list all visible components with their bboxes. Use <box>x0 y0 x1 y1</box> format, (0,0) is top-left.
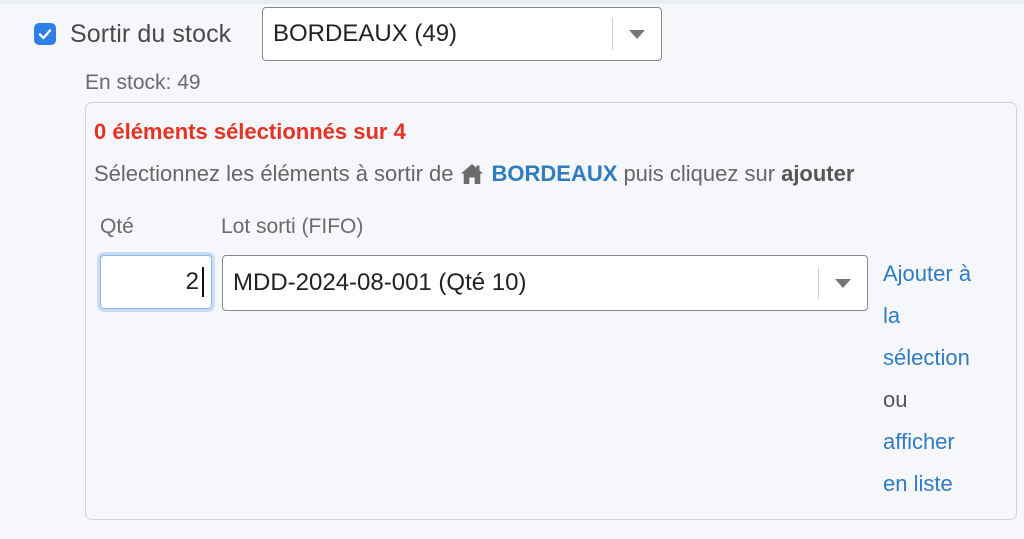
lot-dropdown-toggle[interactable] <box>819 256 867 310</box>
stock-toggle-row: Sortir du stock <box>34 7 237 61</box>
sortir-stock-checkbox[interactable] <box>34 23 56 45</box>
add-line-3[interactable]: sélection <box>883 345 970 370</box>
or-text: ou <box>883 387 908 412</box>
warehouse-select-value: BORDEAUX (49) <box>273 20 458 47</box>
instructions-warehouse: BORDEAUX <box>491 161 618 186</box>
warehouse-select[interactable]: BORDEAUX (49) <box>262 7 662 61</box>
lot-select-value: MDD-2024-08-001 (Qté 10) <box>233 269 527 296</box>
instructions-text: Sélectionnez les éléments à sortir de BO… <box>94 161 854 187</box>
instructions-middle: puis cliquez sur <box>623 161 776 186</box>
qty-column-label: Qté <box>100 215 134 238</box>
text-cursor <box>202 267 204 297</box>
warehouse-dropdown-toggle[interactable] <box>613 8 661 60</box>
add-line-1[interactable]: Ajouter à <box>883 261 971 286</box>
show-list-link[interactable]: afficher en liste <box>883 421 1013 505</box>
instructions-action: ajouter <box>781 161 855 186</box>
chevron-down-icon <box>629 29 645 39</box>
selection-panel: 0 éléments sélectionnés sur 4 Sélectionn… <box>85 102 1017 520</box>
add-line-2[interactable]: la <box>883 303 900 328</box>
chevron-down-icon <box>835 278 851 288</box>
list-line-1[interactable]: afficher <box>883 429 955 454</box>
sortir-stock-label[interactable]: Sortir du stock <box>70 20 231 49</box>
lot-select[interactable]: MDD-2024-08-001 (Qté 10) <box>222 255 868 311</box>
top-border <box>0 0 1024 4</box>
qty-input[interactable] <box>100 255 212 309</box>
selected-count-warning: 0 éléments sélectionnés sur 4 <box>94 119 406 144</box>
list-line-2[interactable]: en liste <box>883 471 953 496</box>
home-icon <box>460 163 484 185</box>
lot-column-label: Lot sorti (FIFO) <box>221 215 364 238</box>
add-to-selection-link[interactable]: Ajouter à la sélection <box>883 253 1013 379</box>
selection-actions: Ajouter à la sélection ou afficher en li… <box>883 253 1013 505</box>
in-stock-count: En stock: 49 <box>85 71 201 94</box>
check-icon <box>38 29 52 40</box>
instructions-prefix: Sélectionnez les éléments à sortir de <box>94 161 454 186</box>
